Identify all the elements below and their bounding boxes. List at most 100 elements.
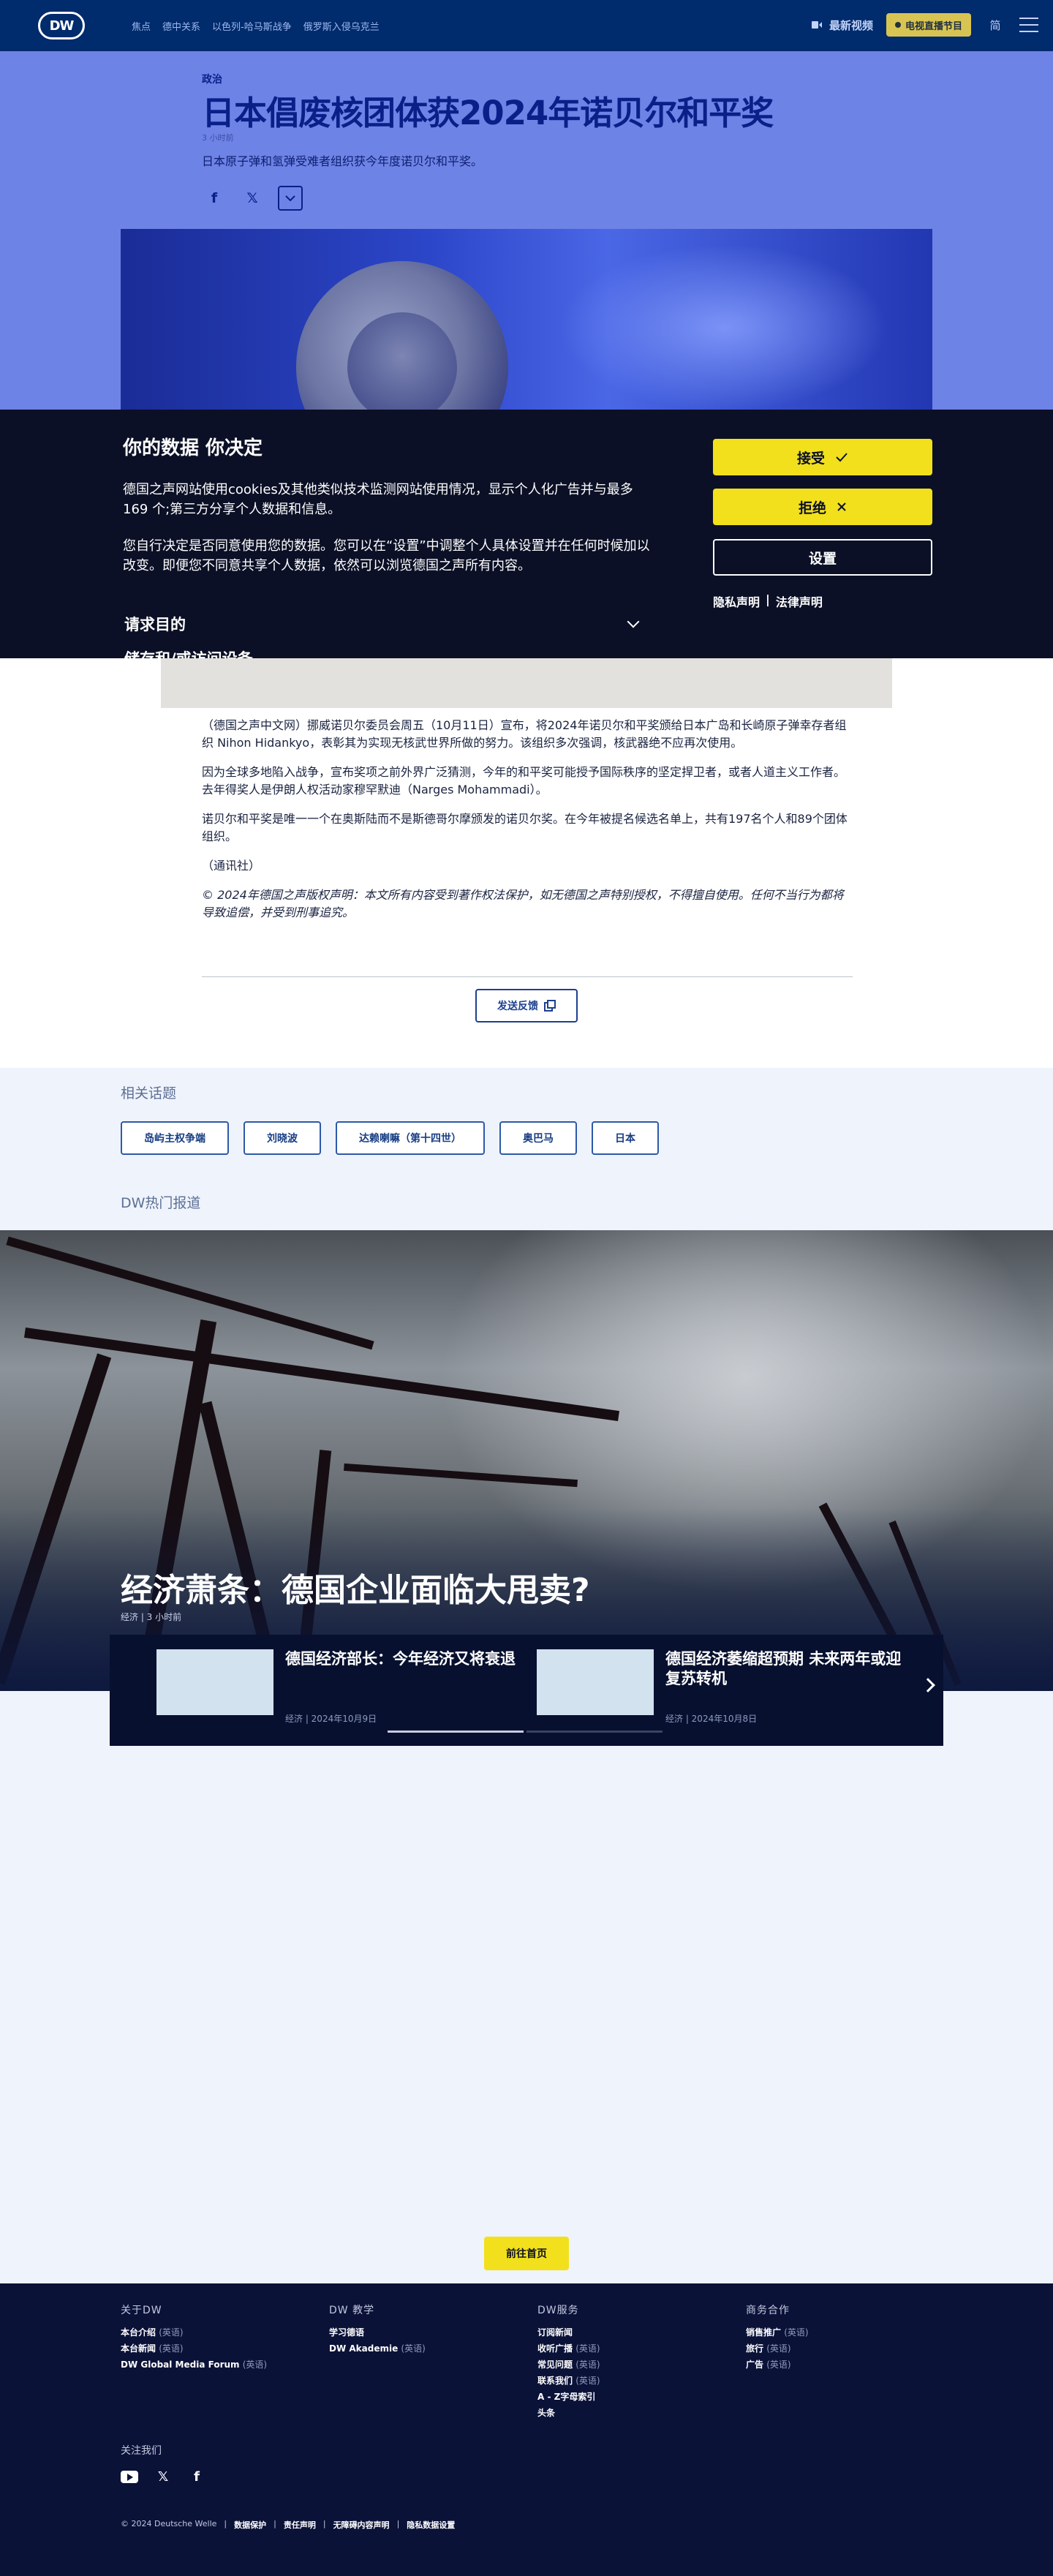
legal-bar: © 2024 Deutsche Welle | 数据保护 | 责任声明 | 无障碍内容… [121, 2519, 456, 2531]
nav-links: 焦点 德中关系 以色列-哈马斯战争 俄罗斯入侵乌克兰 [132, 19, 380, 33]
accessibility-link[interactable]: 无障碍内容声明 [333, 2519, 390, 2531]
legal-link[interactable]: 法律声明 [776, 592, 823, 610]
nav-link-israel-hamas[interactable]: 以色列-哈马斯战争 [212, 19, 292, 33]
facebook-share-icon[interactable]: f [202, 186, 227, 211]
nav-link-ukraine[interactable]: 俄罗斯入侵乌克兰 [303, 19, 380, 33]
topic-tag[interactable]: 达赖喇嘛（第十四世） [336, 1121, 485, 1155]
carousel-indicator[interactable] [526, 1730, 663, 1733]
footer-link[interactable]: 收听广播 (英语) [537, 2340, 600, 2357]
card-thumbnail [537, 1649, 654, 1715]
privacy-settings-link[interactable]: 隐私数据设置 [407, 2519, 455, 2531]
topic-tag[interactable]: 日本 [592, 1121, 659, 1155]
footer-link[interactable]: 旅行 (英语) [746, 2340, 809, 2357]
footer-column-learning: DW 教学 学习德语 DW Akademie (英语) [329, 2302, 426, 2357]
embedded-placeholder [161, 658, 892, 708]
footer-link[interactable]: 学习德语 [329, 2324, 426, 2340]
footer-link[interactable]: A - Z字母索引 [537, 2389, 600, 2405]
footer-link[interactable]: 订阅新闻 [537, 2324, 600, 2340]
footer-column-business: 商务合作 销售推广 (英语) 旅行 (英语) 广告 (英语) [746, 2302, 809, 2373]
cookie-legal-links: 隐私声明 | 法律声明 [713, 592, 823, 610]
facebook-icon[interactable]: f [188, 2468, 205, 2485]
carousel-card[interactable]: 德国经济部长：今年经济又将衰退 经济 | 2024年10月9日 [156, 1649, 522, 1724]
article-title: 日本倡废核团体获2024年诺贝尔和平奖 [202, 94, 774, 132]
live-tv-button[interactable]: 电视直播节目 [886, 13, 971, 37]
topic-tag[interactable]: 奥巴马 [499, 1121, 577, 1155]
reject-button[interactable]: 拒绝 [713, 489, 932, 525]
social-links: 𝕏 f [121, 2468, 205, 2485]
link-separator: | [766, 592, 770, 606]
liability-link[interactable]: 责任声明 [284, 2519, 316, 2531]
topic-tag[interactable]: 岛屿主权争端 [121, 1121, 229, 1155]
feedback-label: 发送反馈 [497, 1001, 538, 1012]
go-home-button[interactable]: 前往首页 [484, 2237, 569, 2270]
privacy-link[interactable]: 隐私声明 [713, 592, 760, 610]
footer-column-about: 关于DW 本台介绍 (英语) 本台新闻 (英语) DW Global Media… [121, 2302, 267, 2373]
article-source: （通讯社） [202, 859, 261, 873]
footer-column-title: 关于DW [121, 2305, 162, 2316]
footer-link[interactable]: 头条 [537, 2405, 600, 2421]
footer-link[interactable]: 常见问题 (英语) [537, 2357, 600, 2373]
nav-link-germany-china[interactable]: 德中关系 [162, 19, 200, 33]
share-bar: f 𝕏 [202, 186, 303, 211]
footer-column-title: DW服务 [537, 2305, 579, 2316]
footer-column-title: 商务合作 [746, 2305, 790, 2316]
send-feedback-button[interactable]: 发送反馈 [475, 989, 578, 1023]
close-icon [837, 502, 846, 511]
live-dot-icon [894, 22, 901, 28]
related-topic-tags: 岛屿主权争端 刘晓波 达赖喇嘛（第十四世） 奥巴马 日本 [121, 1121, 659, 1155]
trending-meta: 经济 | 3 小时前 [121, 1612, 182, 1622]
trending-headline[interactable]: 经济萧条：德国企业面临大甩卖? [121, 1564, 590, 1611]
accept-button[interactable]: 接受 [713, 439, 932, 475]
settings-label: 设置 [808, 550, 837, 567]
language-switch[interactable]: 简 [984, 14, 1006, 36]
hamburger-menu-icon[interactable] [1019, 18, 1038, 32]
related-topics-label: 相关话题 [121, 1085, 177, 1101]
carousel-indicator-active[interactable] [388, 1730, 524, 1733]
x-share-icon[interactable]: 𝕏 [240, 186, 265, 211]
footer-column-services: DW服务 订阅新闻 收听广播 (英语) 常见问题 (英语) 联系我们 (英语) … [537, 2302, 600, 2421]
carousel-card[interactable]: 德国经济萎缩超预期 未来两年或迎复苏转机 经济 | 2024年10月8日 [537, 1649, 902, 1724]
data-protection-link[interactable]: 数据保护 [234, 2519, 266, 2531]
chevron-right-icon[interactable] [921, 1678, 935, 1692]
card-title: 德国经济萎缩超预期 未来两年或迎复苏转机 [665, 1650, 902, 1687]
check-icon [836, 453, 848, 462]
settings-button[interactable]: 设置 [713, 539, 932, 576]
footer-link[interactable]: DW Global Media Forum (英语) [121, 2357, 267, 2373]
footer-link[interactable]: 本台介绍 (英语) [121, 2324, 267, 2340]
cookie-text-2: 您自行决定是否同意使用您的数据。您可以在“设置”中调整个人具体设置并在任何时候加… [123, 538, 650, 573]
trending-carousel: 德国经济部长：今年经济又将衰退 经济 | 2024年10月9日 德国经济萎缩超预… [110, 1635, 943, 1746]
latest-video-link[interactable]: 最新视频 [811, 18, 873, 33]
carousel-indicators [388, 1730, 663, 1733]
youtube-icon[interactable] [121, 2468, 138, 2485]
footer-link[interactable]: 广告 (英语) [746, 2357, 809, 2373]
x-icon[interactable]: 𝕏 [154, 2468, 172, 2485]
more-share-chevron-icon[interactable] [278, 186, 303, 211]
cookie-consent-banner: 你的数据 你决定 德国之声网站使用cookies及其他类似技术监测网站使用情况，… [0, 410, 1053, 658]
article-section-tag[interactable]: 政治 [202, 72, 222, 86]
footer-link[interactable]: DW Akademie (英语) [329, 2340, 426, 2357]
copyright-text: © 2024 Deutsche Welle [121, 2519, 217, 2528]
request-purpose-toggle[interactable]: 请求目的 [124, 613, 644, 635]
article-timestamp: 3 小时前 [202, 133, 234, 143]
card-title: 德国经济部长：今年经济又将衰退 [285, 1650, 516, 1668]
article-paragraph: 诺贝尔和平奖是唯一一个在奥斯陆而不是斯德哥尔摩颁发的诺贝尔奖。在今年被提名候选名… [202, 812, 848, 843]
article-divider [202, 976, 853, 977]
top-navigation-bar: DW 焦点 德中关系 以色列-哈马斯战争 俄罗斯入侵乌克兰 最新视频 电视直播节… [0, 0, 1053, 51]
topic-tag[interactable]: 刘晓波 [244, 1121, 321, 1155]
card-meta: 经济 | 2024年10月8日 [665, 1714, 758, 1724]
dw-logo[interactable]: DW [38, 12, 85, 39]
chevron-down-icon [627, 615, 640, 628]
latest-video-label: 最新视频 [829, 18, 873, 32]
footer-link[interactable]: 本台新闻 (英语) [121, 2340, 267, 2357]
article-paragraph: 因为全球多地陷入战争，宣布奖项之前外界广泛猜测，今年的和平奖可能授予国际秩序的坚… [202, 765, 846, 796]
nav-link-focus[interactable]: 焦点 [132, 19, 151, 33]
footer-link[interactable]: 联系我们 (英语) [537, 2373, 600, 2389]
cookie-text-1: 德国之声网站使用cookies及其他类似技术监测网站使用情况，显示个人化广告并与… [123, 482, 633, 517]
card-meta: 经济 | 2024年10月9日 [285, 1714, 377, 1724]
trending-label: DW热门报道 [121, 1195, 201, 1211]
copyright-notice: © 2024年德国之声版权声明：本文所有内容受到著作权法保护，如无德国之声特别授… [202, 888, 844, 919]
footer-link[interactable]: 销售推广 (英语) [746, 2324, 809, 2340]
video-icon [811, 21, 822, 29]
image-blur-highlight [559, 244, 888, 410]
article-paragraph: （德国之声中文网）挪威诺贝尔委员会周五（10月11日）宣布，将2024年诺贝尔和… [202, 718, 847, 750]
